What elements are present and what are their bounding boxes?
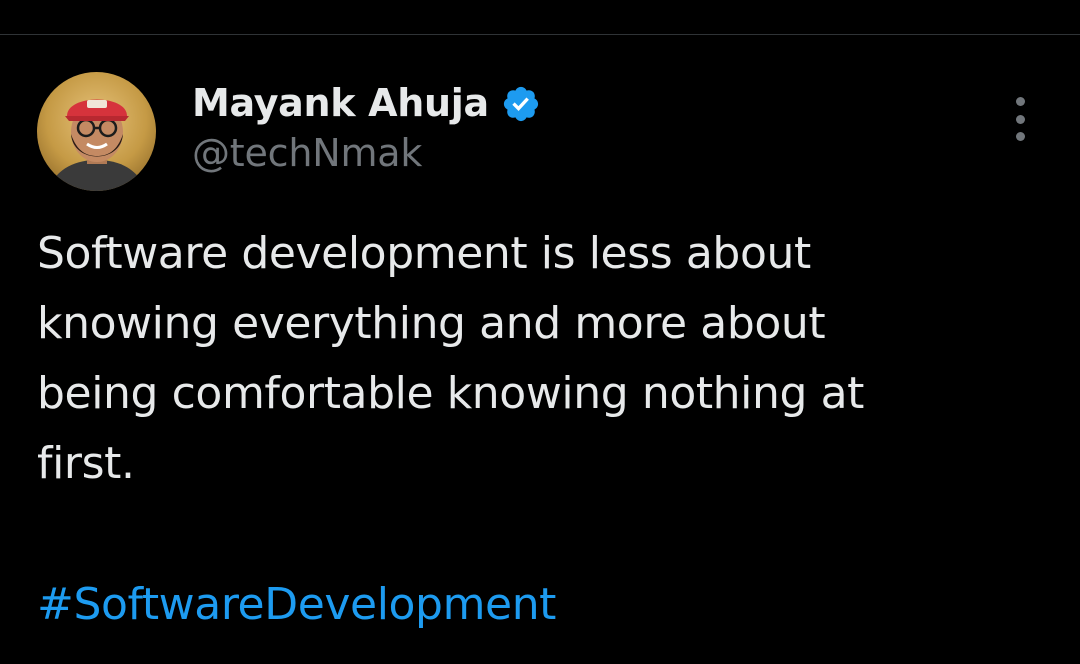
tweet-text-line: first. bbox=[37, 438, 135, 489]
tweet-text-line: Software development is less about bbox=[37, 228, 811, 279]
more-options-button[interactable] bbox=[1002, 97, 1038, 141]
more-vertical-icon-dot bbox=[1015, 132, 1025, 141]
hashtag-link[interactable]: #SoftwareDevelopment bbox=[37, 570, 556, 640]
tweet-text-line: being comfortable knowing nothing at bbox=[37, 368, 865, 419]
verified-badge-icon[interactable] bbox=[501, 84, 541, 124]
tweet-text: Software development is less about knowi… bbox=[37, 219, 1047, 499]
tweet-card: Mayank Ahuja @techNmak Software developm… bbox=[0, 35, 1080, 664]
tweet-text-line: knowing everything and more about bbox=[37, 298, 826, 349]
author-avatar[interactable] bbox=[37, 72, 156, 191]
avatar-photo-icon bbox=[37, 72, 156, 191]
author-name-row: Mayank Ahuja bbox=[192, 77, 541, 129]
author-name[interactable]: Mayank Ahuja bbox=[192, 81, 489, 125]
more-vertical-icon bbox=[1015, 97, 1025, 106]
more-vertical-icon-dot bbox=[1015, 114, 1025, 124]
author-handle[interactable]: @techNmak bbox=[192, 131, 422, 175]
